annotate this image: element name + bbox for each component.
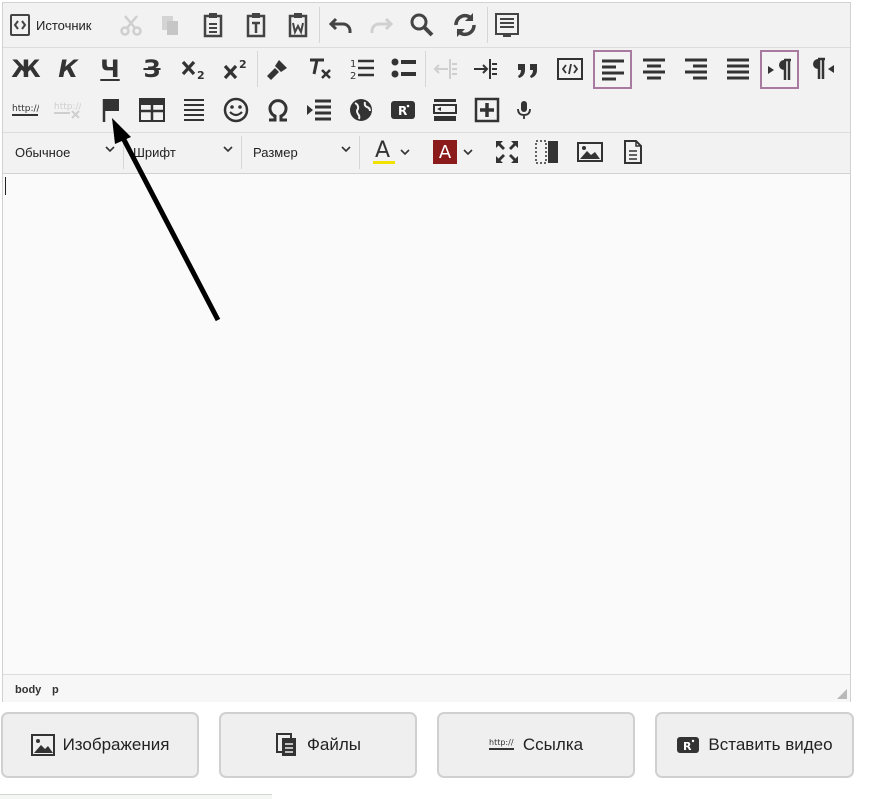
svg-text:R: R [683, 740, 692, 753]
files-icon [275, 733, 296, 756]
page-footer-edge [0, 794, 272, 799]
video-r-icon: R [677, 737, 700, 753]
insert-video-label: Вставить видео [708, 735, 833, 754]
insert-link-label: Ссылка [522, 735, 584, 754]
insert-link-button[interactable]: http:// Ссылка [437, 712, 635, 778]
insert-video-button[interactable]: R Вставить видео [655, 712, 854, 778]
insert-images-label: Изображения [62, 735, 170, 754]
annotation-arrow [112, 118, 221, 322]
insert-images-button[interactable]: Изображения [1, 712, 199, 778]
insert-files-label: Файлы [306, 735, 361, 754]
link-icon: http:// [488, 738, 514, 750]
insert-files-button[interactable]: Файлы [219, 712, 417, 778]
image-icon [30, 734, 55, 756]
link-icon-text: http:// [489, 738, 514, 747]
